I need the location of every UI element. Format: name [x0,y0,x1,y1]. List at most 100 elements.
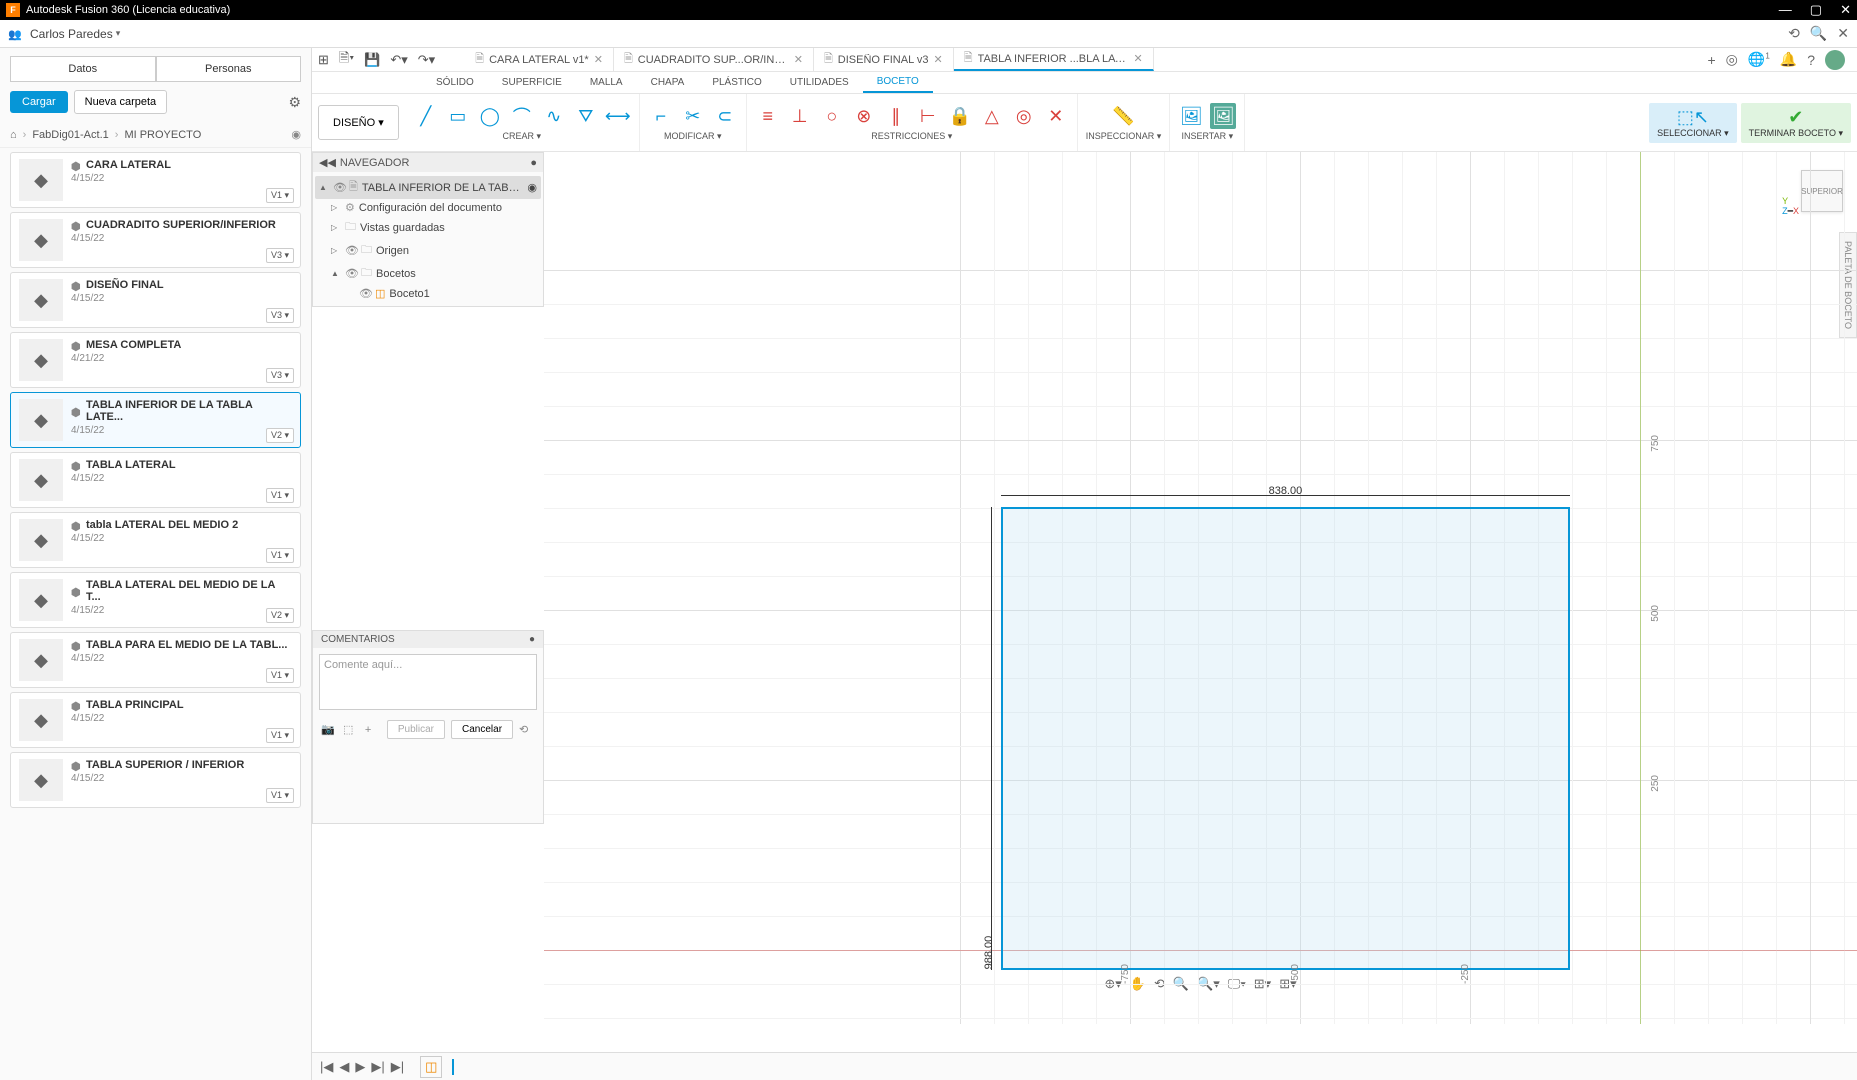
eye-icon[interactable]: 👁 [345,267,357,280]
project-item[interactable]: ◆ ⬢TABLA LATERAL 4/15/22 V1 ▾ [10,452,301,508]
close-panel-icon[interactable]: ✕ [1837,25,1849,42]
tl-sketch-feature[interactable]: ◫ [420,1056,442,1078]
seleccionar-button[interactable]: ⬚↖ SELECCIONAR ▾ [1649,103,1737,143]
sketch-rectangle[interactable] [1001,507,1571,969]
extensions-icon[interactable]: ◎ [1726,51,1738,68]
undo-icon[interactable]: ↶▾ [390,52,407,68]
mirror-icon[interactable]: ⛛ [573,103,599,129]
crear-label[interactable]: CREAR ▾ [503,131,542,142]
version-badge[interactable]: V3 ▾ [266,248,294,263]
project-item[interactable]: ◆ ⬢DISEÑO FINAL 4/15/22 V3 ▾ [10,272,301,328]
coincident-icon[interactable]: ⊗ [851,103,877,129]
username[interactable]: Carlos Paredes [30,27,113,41]
concentric-icon[interactable]: ◎ [1011,103,1037,129]
circle-icon[interactable]: ◯ [477,103,503,129]
refresh-icon[interactable]: ⟲ [1788,25,1800,42]
doc-tab[interactable]: 🗎CARA LATERAL v1*✕ [465,48,614,71]
home-icon[interactable]: ⌂ [10,129,17,141]
cargar-button[interactable]: Cargar [10,91,68,113]
chevron-down-icon[interactable]: ▾ [116,28,121,39]
gear-icon[interactable]: ⚙ [288,94,301,111]
tab-datos[interactable]: Datos [10,56,156,82]
rect-icon[interactable]: ▭ [445,103,471,129]
project-item[interactable]: ◆ ⬢TABLA PRINCIPAL 4/15/22 V1 ▾ [10,692,301,748]
publicar-button[interactable]: Publicar [387,720,445,739]
close-icon[interactable]: ✕ [1133,52,1142,65]
rtab-superficie[interactable]: SUPERFICIE [488,72,576,93]
dimension-height[interactable]: 988.00 [983,507,995,969]
rtab-boceto[interactable]: BOCETO [863,72,933,93]
bell-icon[interactable]: 🔔 [1780,51,1797,68]
tri-icon[interactable]: ▷ [331,203,341,212]
globe-icon[interactable]: ◉ [291,128,301,141]
canvas[interactable]: SUPERIOR YZ━X PALETA DE BOCETO ⊕▾ ✋ ⟲ 🔍 … [544,152,1857,1024]
terminar-boceto-button[interactable]: ✔ TERMINAR BOCETO ▾ [1741,103,1851,143]
camera-icon[interactable]: 📷 [321,723,337,736]
vert-icon[interactable]: ⊥ [787,103,813,129]
eye-icon[interactable]: 👁 [333,181,345,194]
version-badge[interactable]: V3 ▾ [266,368,294,383]
arc-icon[interactable]: ⌒ [509,103,535,129]
crumb-2[interactable]: MI PROYECTO [124,129,201,141]
maximize-icon[interactable]: ▢ [1810,2,1822,18]
nav-conf[interactable]: Configuración del documento [359,202,502,214]
trim-icon[interactable]: ✂ [680,103,706,129]
equal-icon[interactable]: △ [979,103,1005,129]
version-badge[interactable]: V1 ▾ [266,488,294,503]
tri-icon[interactable]: ▲ [319,183,329,192]
modificar-label[interactable]: MODIFICAR ▾ [664,131,722,142]
tl-next-icon[interactable]: ▶| [371,1059,384,1075]
nav-min-icon[interactable]: ● [530,157,537,169]
image-icon[interactable]: 🖼 [1210,103,1236,129]
version-badge[interactable]: V1 ▾ [266,788,294,803]
tangent-icon[interactable]: ○ [819,103,845,129]
restric-label[interactable]: RESTRICCIONES ▾ [871,131,952,142]
tri-icon[interactable]: ▷ [331,223,341,232]
version-badge[interactable]: V1 ▾ [266,548,294,563]
nav-origen[interactable]: Origen [376,245,409,257]
save-icon[interactable]: 💾 [364,52,380,68]
project-item[interactable]: ◆ ⬢TABLA LATERAL DEL MEDIO DE LA T... 4/… [10,572,301,628]
avatar[interactable] [1825,50,1845,70]
tab-personas[interactable]: Personas [156,56,302,82]
plus-icon[interactable]: + [365,724,381,736]
paleta-tab[interactable]: PALETA DE BOCETO [1839,232,1857,338]
project-item[interactable]: ◆ ⬢TABLA SUPERIOR / INFERIOR 4/15/22 V1 … [10,752,301,808]
eye-icon[interactable]: 👁 [345,244,357,257]
tl-marker[interactable] [452,1059,454,1075]
lock-icon[interactable]: 🔒 [947,103,973,129]
project-item[interactable]: ◆ ⬢MESA COMPLETA 4/21/22 V3 ▾ [10,332,301,388]
tl-play-icon[interactable]: ▶ [355,1059,365,1075]
close-icon[interactable]: ✕ [933,53,942,66]
version-badge[interactable]: V3 ▾ [266,308,294,323]
minimize-icon[interactable]: — [1779,2,1792,18]
measure-icon[interactable]: 📏 [1111,103,1137,129]
diseno-button[interactable]: DISEÑO ▾ [318,105,399,140]
project-item[interactable]: ◆ ⬢tabla LATERAL DEL MEDIO 2 4/15/22 V1 … [10,512,301,568]
new-tab-icon[interactable]: + [1707,52,1715,68]
grid-icon[interactable]: ⊞ [318,52,329,68]
project-item[interactable]: ◆ ⬢CARA LATERAL 4/15/22 V1 ▾ [10,152,301,208]
cube-icon[interactable]: ⬚ [343,723,359,736]
project-item[interactable]: ◆ ⬢TABLA PARA EL MEDIO DE LA TABL... 4/1… [10,632,301,688]
crumb-1[interactable]: FabDig01-Act.1 [32,129,108,141]
comments-min-icon[interactable]: ● [529,634,535,645]
close-icon[interactable]: ✕ [794,53,803,66]
rtab-utilidades[interactable]: UTILIDADES [776,72,863,93]
insert-icon[interactable]: 🖼 [1178,103,1204,129]
version-badge[interactable]: V1 ▾ [266,728,294,743]
cancelar-button[interactable]: Cancelar [451,720,513,739]
doc-tab[interactable]: 🗎TABLA INFERIOR ...BLA LATERAL v2*✕ [954,48,1154,71]
spline-icon[interactable]: ∿ [541,103,567,129]
line-icon[interactable]: ╱ [413,103,439,129]
version-badge[interactable]: V1 ▾ [266,188,294,203]
rtab-malla[interactable]: MALLA [576,72,637,93]
doc-tab[interactable]: 🗎DISEÑO FINAL v3✕ [814,48,954,71]
rtab-chapa[interactable]: CHAPA [637,72,699,93]
dim-icon[interactable]: ⟷ [605,103,631,129]
inspec-label[interactable]: INSPECCIONAR ▾ [1086,131,1162,142]
offset-icon[interactable]: ⊂ [712,103,738,129]
nav-vistas[interactable]: Vistas guardadas [360,222,445,234]
insertar-label[interactable]: INSERTAR ▾ [1181,131,1233,142]
fillet-icon[interactable]: ⌐ [648,103,674,129]
